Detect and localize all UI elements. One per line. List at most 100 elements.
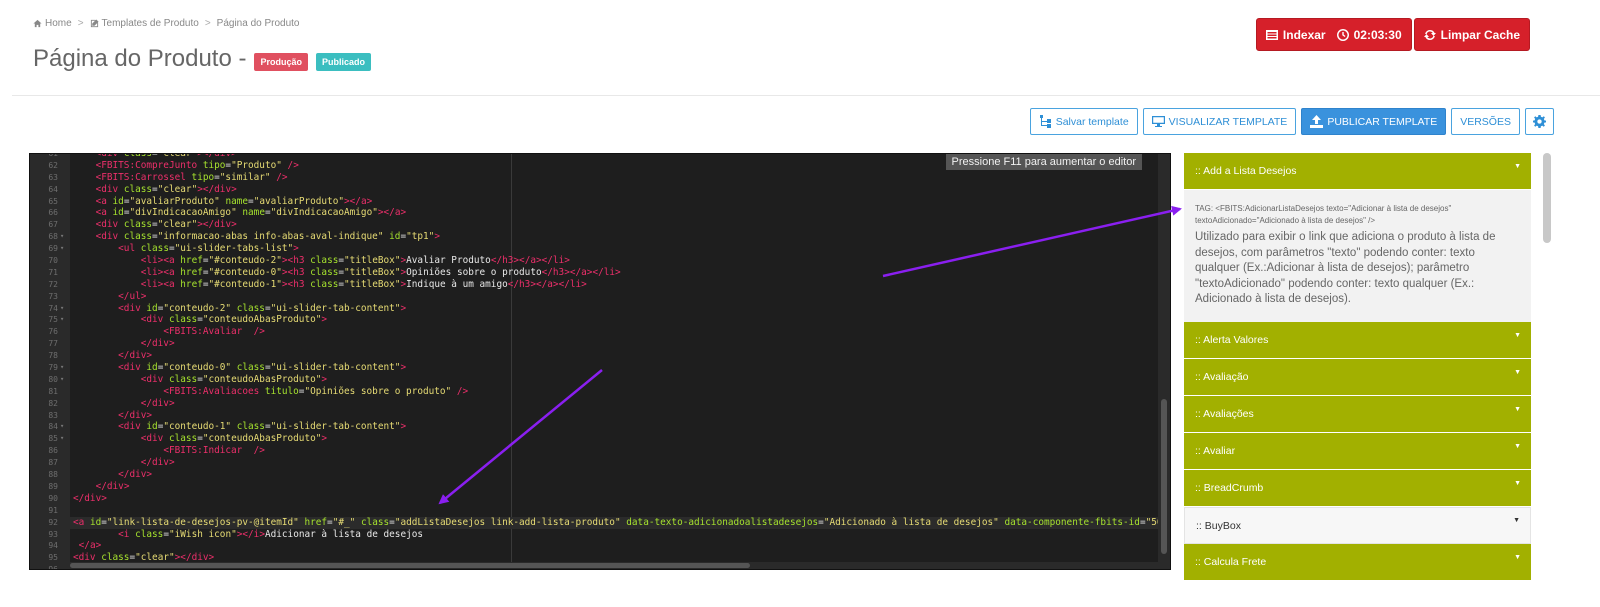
- code-line[interactable]: 66 <a id="divIndicacaoAmigo" name="divIn…: [48, 207, 1170, 219]
- settings-button[interactable]: [1525, 108, 1554, 135]
- code-line[interactable]: 67 <div class="clear"></div>: [48, 219, 1170, 231]
- code-line[interactable]: 85 ▾ <div class="conteudoAbasProduto">: [48, 433, 1170, 445]
- code-line[interactable]: 80 ▾ <div class="conteudoAbasProduto">: [48, 374, 1170, 386]
- caret-down-icon: ▼: [1514, 368, 1521, 376]
- code-text: </div>: [95, 480, 130, 492]
- accordion-label: :: Add a Lista Desejos: [1195, 165, 1297, 177]
- clear-cache-button[interactable]: Limpar Cache: [1413, 18, 1530, 51]
- breadcrumb-separator: >: [77, 18, 84, 29]
- versions-button[interactable]: VERSÕES: [1451, 108, 1520, 135]
- code-line[interactable]: 81 <FBITS:Avaliacoes titulo="Opiniões so…: [48, 386, 1170, 398]
- code-line[interactable]: 84 ▾ <div id="conteudo-1" class="ui-slide…: [48, 421, 1170, 433]
- code-line[interactable]: 78 </div>: [48, 350, 1170, 362]
- code-text: </div>: [140, 457, 175, 469]
- code-line[interactable]: 94 </a>: [48, 540, 1170, 552]
- fold-toggle-icon[interactable]: ▾: [60, 433, 64, 445]
- line-number: 65: [48, 196, 58, 206]
- code-text: <li><a href="#conteudo-1"><h3 class="tit…: [140, 278, 587, 290]
- code-line[interactable]: 83 </div>: [48, 410, 1170, 422]
- code-line[interactable]: 79 ▾ <div id="conteudo-0" class="ui-slide…: [48, 362, 1170, 374]
- line-number: 67: [48, 220, 58, 230]
- code-line[interactable]: 74 ▾ <div id="conteudo-2" class="ui-slide…: [48, 303, 1170, 315]
- fold-toggle-icon[interactable]: ▾: [60, 374, 64, 386]
- line-number: 81: [48, 386, 58, 396]
- fold-toggle-icon[interactable]: ▾: [60, 303, 64, 315]
- line-number: 69: [48, 244, 58, 254]
- scroll-thumb[interactable]: [1161, 399, 1167, 554]
- line-number: 93: [48, 529, 58, 539]
- line-number: 85: [48, 434, 58, 444]
- scroll-thumb[interactable]: [70, 563, 750, 568]
- code-text: </div>: [118, 350, 153, 362]
- code-text: </div>: [73, 492, 107, 504]
- fold-toggle-icon[interactable]: ▾: [60, 231, 64, 243]
- breadcrumb-home[interactable]: Home: [33, 18, 72, 29]
- components-panel: :: Add a Lista Desejos ▼ TAG: <FBITS:Adici…: [1184, 153, 1531, 607]
- code-line[interactable]: 75 ▾ <div class="conteudoAbasProduto">: [48, 314, 1170, 326]
- code-line[interactable]: 77 </div>: [48, 338, 1170, 350]
- code-text: <a id="avaliarProduto" name="avaliarProd…: [95, 195, 373, 207]
- code-line[interactable]: 76 <FBITS:Avaliar />: [48, 326, 1170, 338]
- line-number: 88: [48, 470, 58, 480]
- accordion-item[interactable]: :: Add a Lista Desejos ▼: [1184, 153, 1531, 190]
- code-text: <div class="clear"></div>: [95, 153, 237, 159]
- fold-toggle-icon[interactable]: ▾: [60, 243, 64, 255]
- line-number: 62: [48, 160, 58, 170]
- publish-template-button[interactable]: PUBLICAR TEMPLATE: [1301, 108, 1447, 135]
- editor-horizontal-scrollbar[interactable]: [70, 562, 1158, 569]
- accordion-label: :: BreadCrumb: [1195, 482, 1264, 494]
- save-template-button[interactable]: Salvar template: [1029, 108, 1138, 135]
- fold-toggle-icon[interactable]: ▾: [60, 421, 64, 433]
- code-line[interactable]: 89 </div>: [48, 480, 1170, 493]
- breadcrumb-separator: >: [204, 18, 211, 29]
- editor-vertical-scrollbar[interactable]: [1158, 154, 1170, 569]
- accordion-item[interactable]: :: BuyBox ▼: [1184, 507, 1531, 544]
- code-line[interactable]: 64 <div class="clear"></div>: [48, 184, 1170, 196]
- code-text: <a id="divIndicacaoAmigo" name="divIndic…: [95, 207, 407, 219]
- line-number: 82: [48, 398, 58, 408]
- fold-toggle-icon[interactable]: ▾: [60, 314, 64, 326]
- accordion-label: :: Avaliar: [1195, 445, 1236, 457]
- accordion-item[interactable]: :: BreadCrumb ▼: [1184, 470, 1531, 507]
- accordion-label: :: Calcula Frete: [1195, 556, 1267, 568]
- breadcrumb-templates[interactable]: Templates de Produto: [90, 18, 199, 29]
- line-number: 96: [48, 565, 58, 570]
- accordion-item[interactable]: :: Avaliação ▼: [1184, 359, 1531, 396]
- accordion-item[interactable]: :: Calcula Frete ▼: [1184, 544, 1531, 581]
- page-scrollbar-thumb[interactable]: [1543, 153, 1551, 243]
- code-line[interactable]: 72 <li><a href="#conteudo-1"><h3 class="…: [48, 278, 1170, 291]
- code-line[interactable]: 70 <li><a href="#conteudo-2"><h3 class="…: [48, 255, 1170, 267]
- line-number: 77: [48, 339, 58, 349]
- code-line[interactable]: 91: [48, 505, 1170, 517]
- line-number: 80: [48, 374, 58, 384]
- accordion-item[interactable]: :: Alerta Valores ▼: [1184, 322, 1531, 359]
- code-text: <FBITS:CompreJunto tipo="Produto" />: [95, 159, 299, 171]
- code-line[interactable]: 65 <a id="avaliarProduto" name="avaliarP…: [48, 195, 1170, 208]
- code-text: <div id="conteudo-1" class="ui-slider-ta…: [118, 421, 407, 433]
- code-line[interactable]: 73 </ul>: [48, 291, 1170, 303]
- index-button[interactable]: Indexar 02:03:30: [1255, 18, 1412, 51]
- status-badge-publicado: Publicado: [316, 53, 372, 71]
- code-line[interactable]: 88 </div>: [48, 469, 1170, 481]
- accordion-label: :: Alerta Valores: [1195, 334, 1269, 346]
- code-line[interactable]: 86 <FBITS:Indicar />: [48, 445, 1170, 457]
- code-line[interactable]: 82 </div>: [48, 398, 1170, 410]
- accordion-item[interactable]: :: Avaliar ▼: [1184, 433, 1531, 470]
- code-line[interactable]: 90 </div>: [48, 492, 1170, 505]
- fold-toggle-icon[interactable]: ▾: [60, 362, 64, 374]
- line-number: 83: [48, 410, 58, 420]
- monitor-icon: [1151, 116, 1165, 127]
- accordion-item[interactable]: :: Avaliações ▼: [1184, 396, 1531, 433]
- code-line[interactable]: 93 <i class="iWish icon"></i>Adicionar à…: [48, 529, 1170, 541]
- code-line[interactable]: 68 ▾ <div class="informacao-abas info-aba…: [48, 231, 1170, 243]
- code-line[interactable]: 71 <li><a href="#conteudo-0"><h3 class="…: [48, 267, 1170, 279]
- code-line[interactable]: 63 <FBITS:Carrossel tipo="similar" />: [48, 172, 1170, 184]
- code-content[interactable]: 61 <div class="clear"></div> 62 <FBITS:Co…: [48, 153, 1170, 569]
- preview-template-button[interactable]: VISUALIZAR TEMPLATE: [1142, 108, 1297, 135]
- code-line[interactable]: 92 <a id="link-lista-de-desejos-pv-@itemI…: [48, 516, 1170, 529]
- code-line[interactable]: 87 </div>: [48, 457, 1170, 469]
- line-number: 72: [48, 279, 58, 289]
- code-editor[interactable]: 61 <div class="clear"></div> 62 <FBITS:Co…: [29, 153, 1171, 570]
- code-line[interactable]: 69 ▾ <ul class="ui-slider-tabs-list">: [48, 243, 1170, 255]
- line-number: 76: [48, 327, 58, 337]
